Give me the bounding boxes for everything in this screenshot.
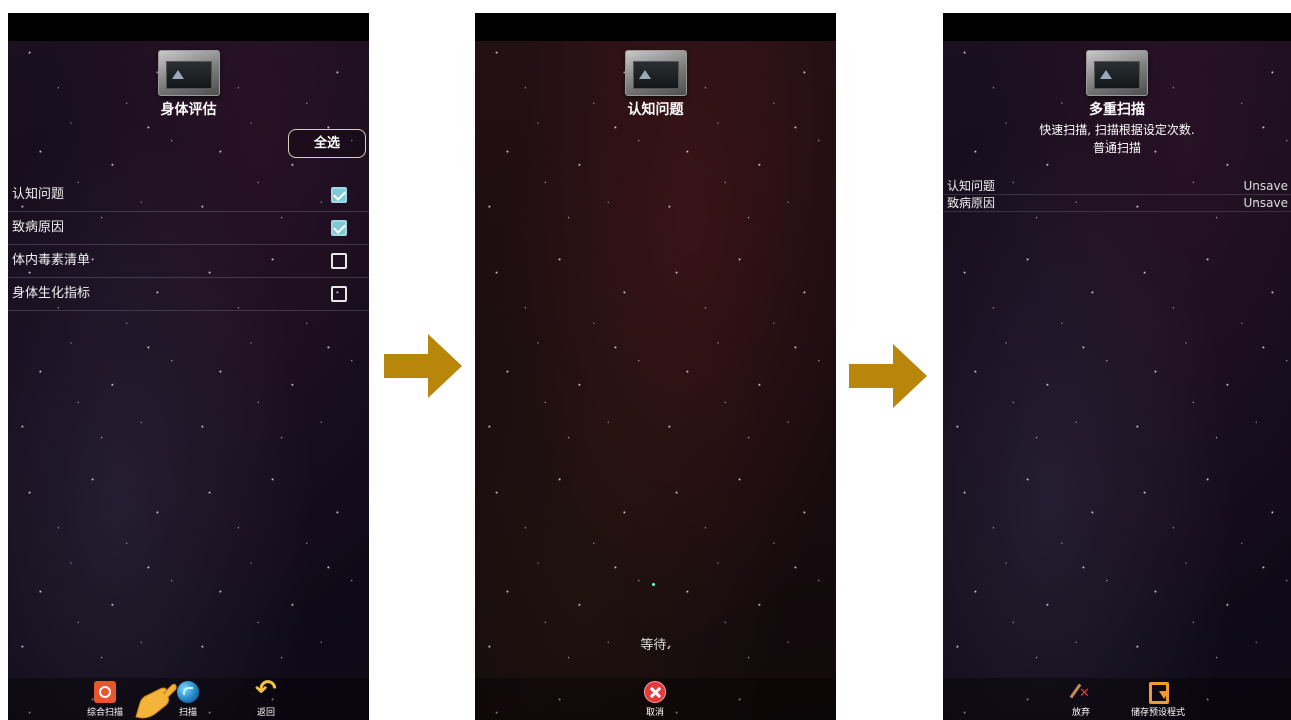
list-item-label: 认知问题 [12,187,65,202]
page-title: 多重扫描 [1089,102,1145,118]
device-icon [157,50,220,96]
screen-body-assessment: 身体评估 全选 认知问题 致病原因 体内毒素清单 身体生化指标 综合扫描 扫描 [8,13,369,720]
screen-multi-scan: 多重扫描 快速扫描, 扫描根据设定次数. 普通扫描 认知问题 Unsave 致病… [943,13,1291,720]
progress-dot [652,583,655,586]
page-title: 认知问题 [627,102,684,118]
checkbox-cause[interactable] [331,220,347,236]
list-item-cause[interactable]: 致病原因 [8,212,369,245]
cancel-label: 取消 [645,708,664,718]
return-button[interactable]: 返回 [231,675,301,718]
return-label: 返回 [256,708,275,718]
bottom-toolbar: 综合扫描 扫描 返回 [8,675,369,720]
list-item-label: 致病原因 [947,196,996,210]
scan-result-list: 认知问题 Unsave 致病原因 Unsave [943,178,1291,212]
list-item[interactable]: 致病原因 Unsave [943,195,1291,212]
list-item-label: 身体生化指标 [12,286,91,301]
list-item-label: 认知问题 [947,179,996,193]
checkbox-toxins[interactable] [331,253,347,269]
assessment-list: 认知问题 致病原因 体内毒素清单 身体生化指标 [8,179,369,311]
save-preset-button[interactable]: 储存预设程式 [1123,681,1193,718]
screen-cognitive-scan: 认知问题 等待. 取消 [475,13,836,720]
list-item-label: 致病原因 [12,220,65,235]
status-value: Unsave [1243,179,1288,193]
list-item-cognitive[interactable]: 认知问题 [8,179,369,212]
select-all-button[interactable]: 全选 [288,129,366,158]
flow-arrow-icon [849,344,927,408]
discard-label: 放弃 [1071,708,1090,718]
save-preset-icon [1147,681,1169,704]
starfield-background [943,13,1291,720]
cancel-button[interactable]: 取消 [620,681,690,718]
starfield-background [8,13,369,720]
discard-button[interactable]: 放弃 [1046,681,1116,718]
save-preset-label: 储存预设程式 [1130,708,1185,718]
starfield-background [475,13,836,720]
flow-arrow-icon [384,334,462,398]
waiting-status: 等待. [640,638,671,653]
combined-scan-icon [94,681,116,703]
scan-globe-icon [177,681,199,703]
bottom-toolbar: 放弃 储存预设程式 [943,678,1291,720]
status-bar [475,13,836,41]
page-title: 身体评估 [160,102,217,118]
status-bar [8,13,369,41]
bottom-toolbar: 取消 [475,678,836,720]
subtitle-line-1: 快速扫描, 扫描根据设定次数. [1039,123,1195,137]
list-item[interactable]: 认知问题 Unsave [943,178,1291,195]
status-bar [943,13,1291,41]
checkbox-cognitive[interactable] [331,187,347,203]
status-value: Unsave [1243,196,1288,210]
device-icon [1086,50,1148,96]
broom-discard-icon [1070,681,1092,703]
checkbox-biochemical[interactable] [331,286,347,302]
subtitle-line-2: 普通扫描 [1092,141,1141,155]
pointing-hand-icon [135,683,177,719]
cancel-icon [644,681,666,703]
list-item-toxins[interactable]: 体内毒素清单 [8,245,369,278]
return-arrow-icon [255,675,277,705]
list-item-biochemical[interactable]: 身体生化指标 [8,278,369,311]
device-icon [624,50,687,96]
list-item-label: 体内毒素清单 [12,253,91,268]
